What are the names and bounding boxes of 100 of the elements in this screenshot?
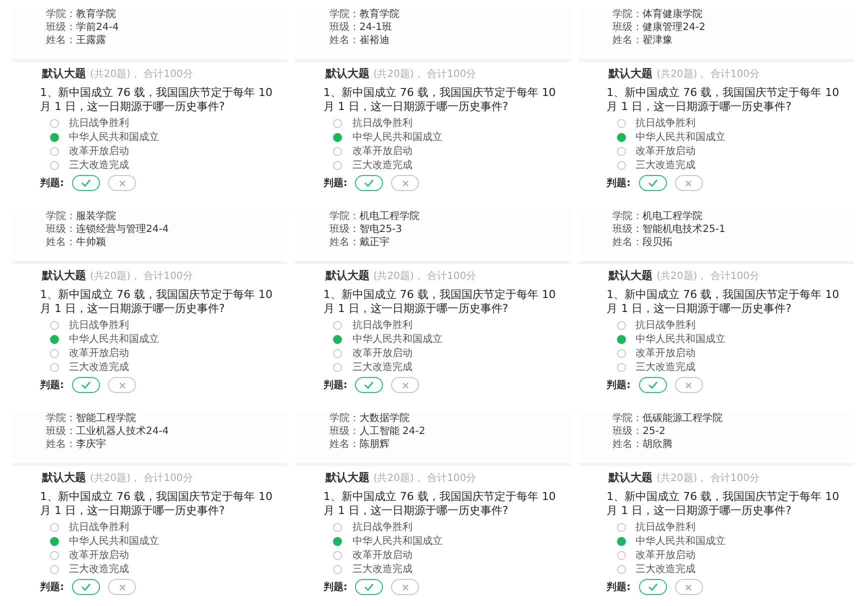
radio-button[interactable] xyxy=(50,348,59,358)
judge-label: 判题: xyxy=(323,580,348,594)
info-label: 班级： xyxy=(329,223,360,236)
radio-button[interactable] xyxy=(616,522,626,532)
info-value: 大数据学院 xyxy=(359,412,410,425)
radio-button[interactable] xyxy=(333,132,342,142)
close-icon xyxy=(118,180,126,186)
wrong-button[interactable] xyxy=(674,175,703,191)
radio-button[interactable] xyxy=(616,536,626,546)
radio-button[interactable] xyxy=(50,320,59,330)
option-label: 三大改造完成 xyxy=(69,562,129,576)
wrong-button[interactable] xyxy=(108,377,136,393)
wrong-button[interactable] xyxy=(108,579,136,595)
info-value: 学前24-4 xyxy=(76,21,119,34)
info-label: 姓名： xyxy=(46,236,76,249)
option-label: 改革开放启动 xyxy=(636,144,696,158)
radio-button[interactable] xyxy=(333,564,342,574)
radio-button[interactable] xyxy=(50,564,59,574)
correct-button[interactable] xyxy=(355,579,384,595)
correct-button[interactable] xyxy=(355,175,384,191)
correct-button[interactable] xyxy=(638,579,667,595)
option-label: 抗日战争胜利 xyxy=(636,318,696,332)
radio-button[interactable] xyxy=(333,160,342,170)
info-value: 崔裕迪 xyxy=(359,34,390,47)
radio-button[interactable] xyxy=(333,522,342,532)
correct-button[interactable] xyxy=(638,377,667,393)
info-value: 翟津豫 xyxy=(642,34,673,47)
wrong-button[interactable] xyxy=(391,377,420,393)
judge-label: 判题: xyxy=(606,378,631,392)
radio-button[interactable] xyxy=(333,550,342,560)
radio-button[interactable] xyxy=(50,334,59,344)
info-value: 25-2 xyxy=(642,425,666,438)
info-label: 姓名： xyxy=(612,236,643,249)
wrong-button[interactable] xyxy=(391,175,420,191)
radio-button[interactable] xyxy=(333,536,342,546)
radio-button[interactable] xyxy=(333,118,342,128)
close-icon xyxy=(402,382,409,388)
info-label: 班级： xyxy=(612,425,643,438)
radio-button[interactable] xyxy=(616,160,626,170)
correct-button[interactable] xyxy=(638,175,667,191)
radio-button[interactable] xyxy=(50,160,59,170)
option-label: 抗日战争胜利 xyxy=(636,520,696,534)
radio-button[interactable] xyxy=(333,362,342,372)
option-label: 抗日战争胜利 xyxy=(352,520,412,534)
option-label: 抗日战争胜利 xyxy=(352,318,412,332)
section-summary: (共20题)， 合计100分 xyxy=(656,270,760,283)
info-label: 学院： xyxy=(329,210,360,223)
radio-button[interactable] xyxy=(50,536,59,546)
info-value: 体育健康学院 xyxy=(642,8,703,21)
correct-button[interactable] xyxy=(355,377,384,393)
wrong-button[interactable] xyxy=(391,579,420,595)
radio-button[interactable] xyxy=(616,550,626,560)
judge-label: 判题: xyxy=(606,176,631,190)
radio-button[interactable] xyxy=(50,550,59,560)
radio-button[interactable] xyxy=(616,132,626,142)
option-label: 中华人民共和国成立 xyxy=(352,332,442,346)
radio-button[interactable] xyxy=(50,132,59,142)
option-label: 改革开放启动 xyxy=(636,346,696,360)
radio-button[interactable] xyxy=(333,320,342,330)
wrong-button[interactable] xyxy=(674,377,703,393)
correct-button[interactable] xyxy=(72,377,100,393)
info-value: 李庆宇 xyxy=(76,438,106,451)
correct-button[interactable] xyxy=(72,579,100,595)
close-icon xyxy=(118,584,126,590)
option-label: 中华人民共和国成立 xyxy=(69,130,159,144)
correct-button[interactable] xyxy=(72,175,100,191)
wrong-button[interactable] xyxy=(108,175,136,191)
close-icon xyxy=(402,584,409,590)
radio-button[interactable] xyxy=(616,146,626,156)
radio-button[interactable] xyxy=(616,348,626,358)
radio-button[interactable] xyxy=(616,564,626,574)
option-label: 三大改造完成 xyxy=(636,158,696,172)
info-label: 姓名： xyxy=(46,34,76,47)
question-text: 1、新中国成立 76 载，我国国庆节定于每年 10 月 1 日，这一日期源于哪一历史事件? xyxy=(39,85,274,115)
radio-button[interactable] xyxy=(333,146,342,156)
info-label: 学院： xyxy=(46,8,76,21)
radio-button[interactable] xyxy=(333,348,342,358)
radio-button[interactable] xyxy=(616,334,626,344)
wrong-button[interactable] xyxy=(674,579,703,595)
radio-button[interactable] xyxy=(50,362,59,372)
close-icon xyxy=(118,382,126,388)
section-summary: (共20题)， 合计100分 xyxy=(656,472,760,485)
radio-button[interactable] xyxy=(616,362,626,372)
judge-label: 判题: xyxy=(323,378,348,392)
section-summary: (共20题)， 合计100分 xyxy=(90,472,193,485)
info-value: 教育学院 xyxy=(359,8,400,21)
info-value: 陈朋辉 xyxy=(359,438,390,451)
radio-button[interactable] xyxy=(50,118,59,128)
info-label: 姓名： xyxy=(329,34,360,47)
radio-button[interactable] xyxy=(333,334,342,344)
radio-button[interactable] xyxy=(616,320,626,330)
section-title: 默认大题 xyxy=(608,66,653,81)
radio-button[interactable] xyxy=(616,118,626,128)
option-label: 抗日战争胜利 xyxy=(636,116,696,130)
radio-button[interactable] xyxy=(50,522,59,532)
section-summary: (共20题)， 合计100分 xyxy=(90,68,193,81)
radio-button[interactable] xyxy=(50,146,59,156)
section-summary: (共20题)， 合计100分 xyxy=(656,68,760,81)
info-value: 机电工程学院 xyxy=(359,210,420,223)
section-title: 默认大题 xyxy=(608,470,653,485)
